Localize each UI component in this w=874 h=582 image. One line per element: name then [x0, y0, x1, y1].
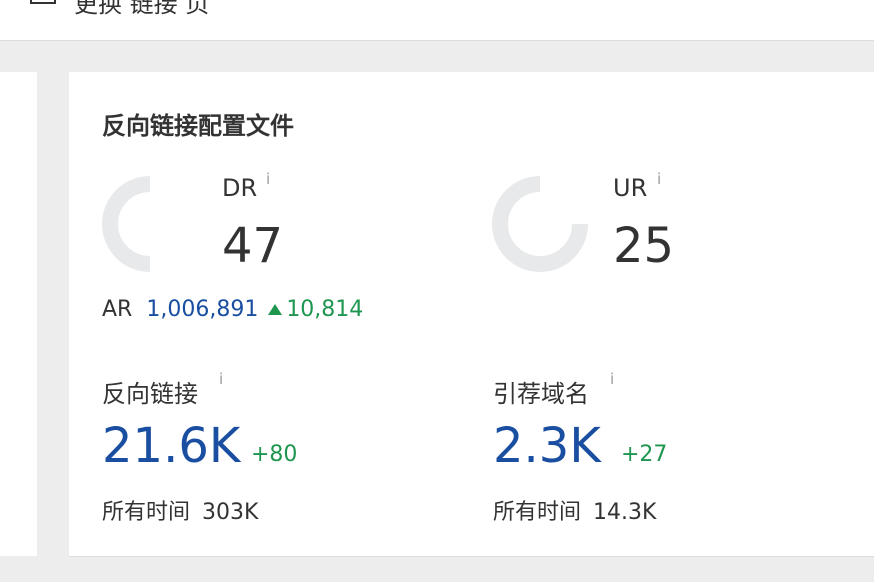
ur-value: 25 [613, 218, 675, 274]
ur-info-icon[interactable]: i [657, 170, 661, 188]
backlinks-label: 反向链接 [102, 380, 198, 408]
refdomains-alltime: 所有时间 14.3K [493, 494, 656, 526]
card-title: 反向链接配置文件 [102, 112, 294, 140]
backlinks-delta[interactable]: +80 [251, 442, 297, 467]
ur-gauge [492, 176, 588, 272]
dr-label: DR [222, 174, 258, 202]
dr-info-icon[interactable]: i [266, 170, 270, 188]
ar-value[interactable]: 1,006,891 [146, 297, 258, 322]
backlinks-alltime-label: 所有时间 [102, 500, 191, 525]
left-panel [0, 72, 37, 556]
top-bar: 更换 链接 页 [0, 0, 874, 41]
refdomains-delta[interactable]: +27 [621, 442, 667, 467]
refdomains-alltime-label: 所有时间 [493, 500, 582, 525]
refdomains-label: 引荐域名 [493, 380, 589, 408]
ar-row: AR 1,006,891 10,814 [102, 294, 363, 324]
refdomains-alltime-value: 14.3K [593, 500, 657, 525]
refdomains-value[interactable]: 2.3K [493, 418, 601, 474]
ur-gauge-track [492, 176, 588, 272]
backlinks-info-icon[interactable]: i [219, 370, 223, 388]
topbar-title: 更换 链接 页 [74, 0, 210, 18]
backlinks-alltime: 所有时间 303K [102, 494, 258, 526]
dr-value: 47 [222, 218, 284, 274]
ur-label: UR [613, 174, 648, 202]
dr-gauge-track [102, 176, 151, 272]
ar-delta-value: 10,814 [286, 296, 364, 322]
refdomains-info-icon[interactable]: i [610, 370, 614, 388]
trend-up-icon [268, 303, 283, 315]
dr-gauge [102, 176, 151, 272]
ar-label: AR [102, 296, 133, 322]
backlinks-alltime-value: 303K [202, 500, 259, 525]
menu-icon[interactable] [30, 0, 56, 4]
ar-delta: 10,814 [268, 297, 363, 322]
backlinks-value[interactable]: 21.6K [102, 418, 240, 474]
